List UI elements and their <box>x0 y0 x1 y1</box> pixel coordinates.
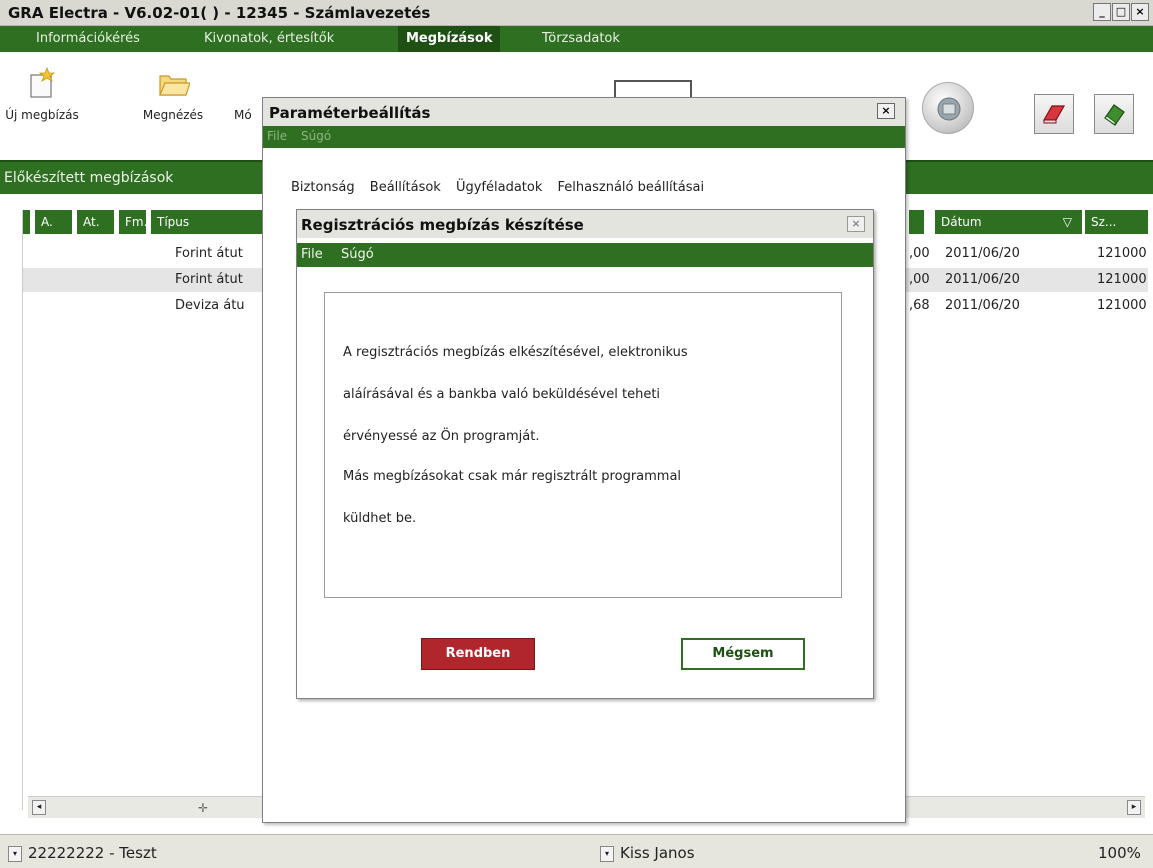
view-button[interactable]: Megnézés <box>136 66 210 122</box>
new-order-label: Új megbízás <box>5 108 79 122</box>
cell-amount: ,68 <box>909 298 930 313</box>
registration-message-box: A regisztrációs megbízás elkészítésével,… <box>324 292 842 598</box>
column-header-datum[interactable]: Dátum ▽ <box>935 210 1085 234</box>
param-menu-help[interactable]: Súgó <box>301 129 331 143</box>
book-red-button[interactable] <box>1034 94 1074 134</box>
book-red-icon <box>1042 105 1066 124</box>
cell-sz: 121000 <box>1097 298 1147 313</box>
message-line: küldhet be. <box>343 511 417 526</box>
registration-dialog-title: Regisztrációs megbízás készítése <box>301 216 584 234</box>
parameter-dialog-menubar: File Súgó <box>263 126 905 148</box>
tab-beallitasok[interactable]: Beállítások <box>370 180 441 195</box>
parameter-tabs: Biztonság Beállítások Ügyféladatok Felha… <box>291 180 715 195</box>
menu-megbizasok[interactable]: Megbízások <box>398 26 501 52</box>
column-header-sz[interactable]: Sz... <box>1085 210 1148 234</box>
column-header-select[interactable] <box>23 210 33 234</box>
scroll-left-icon[interactable]: ◂ <box>32 800 46 815</box>
user-selector[interactable]: ▾ Kiss Janos <box>600 841 695 865</box>
settings-round-button[interactable] <box>922 82 974 134</box>
column-header-a[interactable]: A. <box>35 210 75 234</box>
status-bar: ▾ 22222222 - Teszt ▾ Kiss Janos 100% <box>0 834 1153 868</box>
message-line: Más megbízásokat csak már regisztrált pr… <box>343 469 682 484</box>
scroll-right-icon[interactable]: ▸ <box>1127 800 1141 815</box>
cell-amount: ,00 <box>909 246 930 261</box>
modify-button[interactable]: Mó <box>234 66 260 122</box>
minimize-button[interactable]: _ <box>1093 3 1111 21</box>
registration-dialog-titlebar: Regisztrációs megbízás készítése × <box>297 210 873 238</box>
account-selector[interactable]: ▾ 22222222 - Teszt <box>8 841 157 865</box>
cell-sz: 121000 <box>1097 272 1147 287</box>
maximize-button[interactable]: □ <box>1112 3 1130 21</box>
sort-desc-icon: ▽ <box>1062 215 1072 229</box>
app-window: GRA Electra - V6.02-01( ) - 12345 - Szám… <box>0 0 1153 868</box>
cell-tipus: Deviza átu <box>175 298 245 313</box>
window-titlebar: GRA Electra - V6.02-01( ) - 12345 - Szám… <box>0 0 1153 26</box>
book-green-button[interactable] <box>1094 94 1134 134</box>
dropdown-arrow-icon: ▾ <box>600 845 614 862</box>
column-header-tipus[interactable]: Típus <box>151 210 271 234</box>
cell-amount: ,00 <box>909 272 930 287</box>
column-header-fm[interactable]: Fm. <box>119 210 149 234</box>
book-green-icon <box>1104 104 1125 126</box>
tab-biztonsag[interactable]: Biztonság <box>291 180 355 195</box>
cell-datum: 2011/06/20 <box>945 272 1020 287</box>
parameter-dialog-close-button[interactable]: × <box>877 103 895 119</box>
reg-menu-help[interactable]: Súgó <box>341 247 374 262</box>
view-label: Megnézés <box>142 108 204 122</box>
section-title: Előkészített megbízások <box>4 170 174 186</box>
window-close-button[interactable]: × <box>1131 3 1149 21</box>
column-header-amount[interactable] <box>909 210 927 234</box>
scroll-thumb-icon[interactable]: ✛ <box>198 801 208 815</box>
registration-dialog: Regisztrációs megbízás készítése × File … <box>296 209 874 699</box>
message-line: érvényessé az Ön programját. <box>343 429 540 444</box>
tab-ugyfeladatok[interactable]: Ügyféladatok <box>456 180 542 195</box>
cell-datum: 2011/06/20 <box>945 246 1020 261</box>
message-line: A regisztrációs megbízás elkészítésével,… <box>343 345 688 360</box>
ok-button[interactable]: Rendben <box>421 638 535 670</box>
cell-sz: 121000 <box>1097 246 1147 261</box>
menu-informaciokeres[interactable]: Információkérés <box>28 26 148 52</box>
parameter-dialog-title: Paraméterbeállítás <box>269 104 431 122</box>
parameter-dialog-titlebar: Paraméterbeállítás × <box>263 98 905 126</box>
cell-datum: 2011/06/20 <box>945 298 1020 313</box>
folder-icon <box>156 66 191 100</box>
new-document-icon <box>25 66 59 100</box>
message-line: aláírásával és a bankba való beküldéséve… <box>343 387 661 402</box>
dropdown-arrow-icon: ▾ <box>8 845 22 862</box>
column-header-at[interactable]: At. <box>77 210 117 234</box>
user-label: Kiss Janos <box>620 844 695 862</box>
datum-header-label: Dátum <box>941 215 982 229</box>
cell-tipus: Forint átut <box>175 272 243 287</box>
menu-kivonatok[interactable]: Kivonatok, értesítők <box>196 26 342 52</box>
window-controls: _ □ × <box>1093 3 1149 21</box>
account-label: 22222222 - Teszt <box>28 844 157 862</box>
registration-dialog-close-button[interactable]: × <box>847 216 865 232</box>
menu-torzsadatok[interactable]: Törzsadatok <box>534 26 628 52</box>
registration-dialog-menubar: File Súgó <box>297 243 873 267</box>
param-menu-file[interactable]: File <box>267 129 287 143</box>
cell-tipus: Forint átut <box>175 246 243 261</box>
window-title: GRA Electra - V6.02-01( ) - 12345 - Szám… <box>8 4 431 22</box>
modify-label: Mó <box>234 108 252 122</box>
zoom-level: 100% <box>1098 844 1141 862</box>
main-menubar: Információkérés Kivonatok, értesítők Meg… <box>0 26 1153 52</box>
tab-felhasznalo-beallitasai[interactable]: Felhasználó beállításai <box>558 180 705 195</box>
new-order-button[interactable]: Új megbízás <box>2 66 82 122</box>
globe-icon <box>937 97 961 121</box>
cancel-button[interactable]: Mégsem <box>681 638 805 670</box>
reg-menu-file[interactable]: File <box>301 247 323 262</box>
